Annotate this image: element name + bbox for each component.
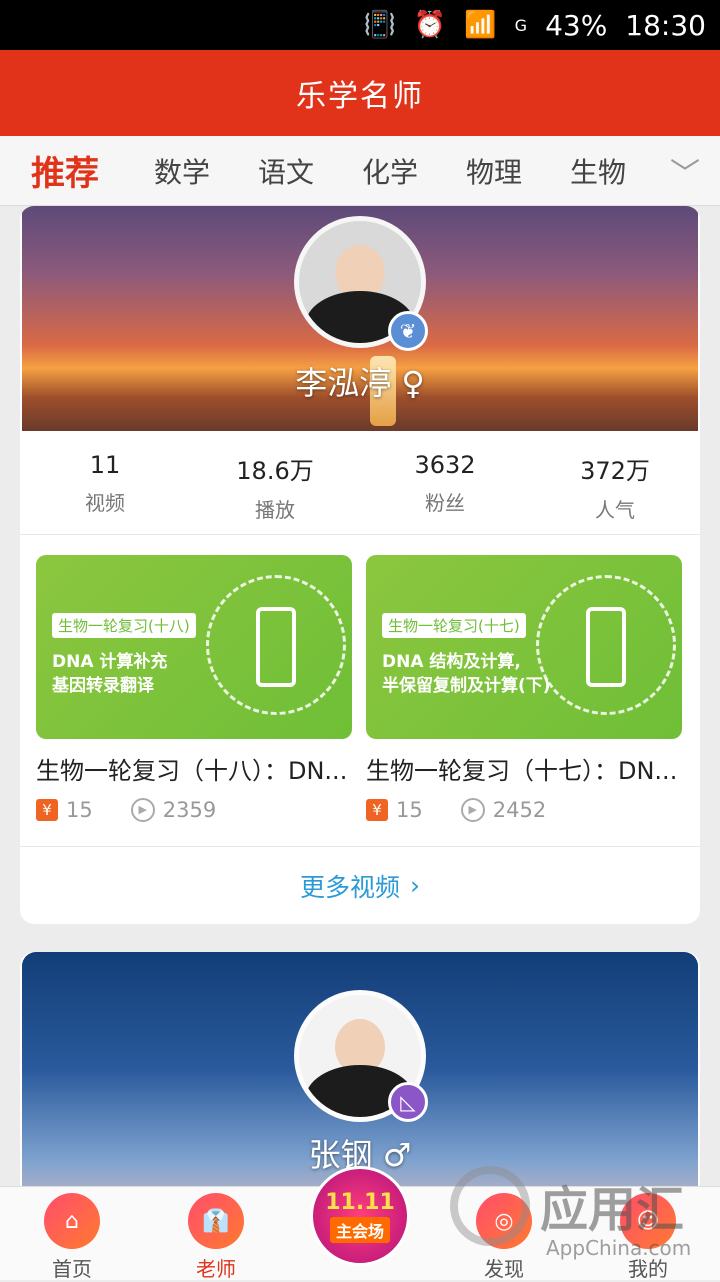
leaf-badge-icon: ❦ <box>388 311 428 351</box>
tab-chemistry[interactable]: 化学 <box>338 151 442 191</box>
nav-label: 老师 <box>196 1257 236 1281</box>
play-count-icon: ▶ <box>460 798 485 822</box>
video-thumbnail[interactable]: 生物一轮复习(十八) DNA 计算补充 基因转录翻译 <box>36 555 352 739</box>
thumbnail-tag: 生物一轮复习(十八) <box>52 613 196 638</box>
stat-label: 视频 <box>85 491 125 515</box>
play-count-icon: ▶ <box>130 798 155 822</box>
video-title[interactable]: 生物一轮复习（十八）：DN... <box>36 751 352 786</box>
chevron-down-icon[interactable]: ﹀ <box>650 149 720 193</box>
video-meta: ¥ 15 ▶ 2359 <box>36 798 352 822</box>
yen-icon: ¥ <box>366 799 388 821</box>
watermark-url: AppChina.com <box>546 1236 692 1260</box>
thumbnail-line: DNA 结构及计算, <box>382 652 521 672</box>
microscope-icon <box>586 607 626 687</box>
stat-value: 372万 <box>580 457 650 485</box>
app-header: 乐学名师 <box>0 50 720 136</box>
more-videos-label: 更多视频 <box>299 872 400 902</box>
appchina-watermark: 应用汇 AppChina.com <box>440 1160 720 1280</box>
video-plays: 2452 <box>492 798 547 822</box>
thumbnail-tag: 生物一轮复习(十七) <box>382 613 526 638</box>
subject-tabs: 推荐 数学 语文 化学 物理 生物 ﹀ <box>0 136 720 206</box>
tab-biology[interactable]: 生物 <box>546 151 650 191</box>
wifi-icon: 📶 <box>464 10 497 40</box>
watermark-text: 应用汇 <box>540 1182 685 1238</box>
chevron-right-icon: › <box>410 871 420 900</box>
app-title: 乐学名师 <box>296 79 424 114</box>
tab-math[interactable]: 数学 <box>130 151 234 191</box>
video-list: 生物一轮复习(十八) DNA 计算补充 基因转录翻译 生物一轮复习（十八）：DN… <box>20 535 700 822</box>
teacher-banner[interactable]: ❦ 李泓渟 ♀ <box>22 206 698 431</box>
stat-value: 3632 <box>414 451 476 479</box>
stat-fans: 3632 粉丝 <box>360 431 530 534</box>
teacher-banner[interactable]: ◺ 张钢 ♂ <box>22 952 698 1186</box>
stat-plays: 18.6万 播放 <box>190 431 360 534</box>
signal-label: G <box>514 15 528 35</box>
tab-physics[interactable]: 物理 <box>442 151 546 191</box>
stat-label: 粉丝 <box>425 491 465 515</box>
thumbnail-line: 半保留复制及计算(下) <box>382 676 551 696</box>
thumbnail-line: 基因转录翻译 <box>52 676 154 696</box>
microscope-icon <box>256 607 296 687</box>
thumbnail-line: DNA 计算补充 <box>52 652 168 672</box>
video-title[interactable]: 生物一轮复习（十七）：DN... <box>366 751 682 786</box>
battery-percent: 43% <box>545 8 608 42</box>
stat-label: 人气 <box>595 498 635 522</box>
teacher-feed: ❦ 李泓渟 ♀ 11 视频 18.6万 播放 3632 粉丝 372万 人气 生… <box>0 206 720 1186</box>
teacher-name[interactable]: 李泓渟 ♀ <box>22 358 698 404</box>
double-eleven-promo-button[interactable]: 11.11 主会场 <box>310 1166 410 1266</box>
video-item[interactable]: 生物一轮复习(十八) DNA 计算补充 基因转录翻译 生物一轮复习（十八）：DN… <box>36 555 352 822</box>
stat-label: 播放 <box>255 498 295 522</box>
yen-icon: ¥ <box>36 799 58 821</box>
video-thumbnail[interactable]: 生物一轮复习(十七) DNA 结构及计算, 半保留复制及计算(下) <box>366 555 682 739</box>
nav-home[interactable]: ⌂ 首页 <box>0 1187 144 1281</box>
vibrate-icon: 📳 <box>363 10 396 40</box>
teacher-card: ◺ 张钢 ♂ <box>20 952 700 1186</box>
stat-value: 11 <box>89 451 121 479</box>
home-icon: ⌂ <box>44 1193 100 1249</box>
video-item[interactable]: 生物一轮复习(十七) DNA 结构及计算, 半保留复制及计算(下) 生物一轮复习… <box>366 555 682 822</box>
nav-teachers[interactable]: 👔 老师 <box>144 1187 288 1281</box>
ruler-badge-icon: ◺ <box>388 1082 428 1122</box>
paw-logo-icon <box>450 1166 530 1246</box>
tab-chinese[interactable]: 语文 <box>234 151 338 191</box>
teacher-icon: 👔 <box>188 1193 244 1249</box>
video-meta: ¥ 15 ▶ 2452 <box>366 798 682 822</box>
stat-videos: 11 视频 <box>20 431 190 534</box>
alarm-icon: ⏰ <box>413 10 447 40</box>
video-plays: 2359 <box>162 798 217 822</box>
nav-label: 首页 <box>52 1257 92 1281</box>
teacher-stats: 11 视频 18.6万 播放 3632 粉丝 372万 人气 <box>20 431 700 535</box>
status-bar: 📳 ⏰ 📶 G 43% 18:30 <box>0 0 720 50</box>
clock: 18:30 <box>625 8 706 42</box>
teacher-card: ❦ 李泓渟 ♀ 11 视频 18.6万 播放 3632 粉丝 372万 人气 生… <box>20 206 700 924</box>
more-videos-button[interactable]: 更多视频 › <box>20 846 700 924</box>
tab-recommend[interactable]: 推荐 <box>0 146 130 195</box>
stat-value: 18.6万 <box>236 457 314 485</box>
promo-subtitle: 主会场 <box>329 1216 390 1243</box>
stat-popularity: 372万 人气 <box>530 431 700 534</box>
video-price: 15 <box>396 798 423 822</box>
video-price: 15 <box>66 798 93 822</box>
promo-title: 11.11 <box>325 1189 395 1215</box>
